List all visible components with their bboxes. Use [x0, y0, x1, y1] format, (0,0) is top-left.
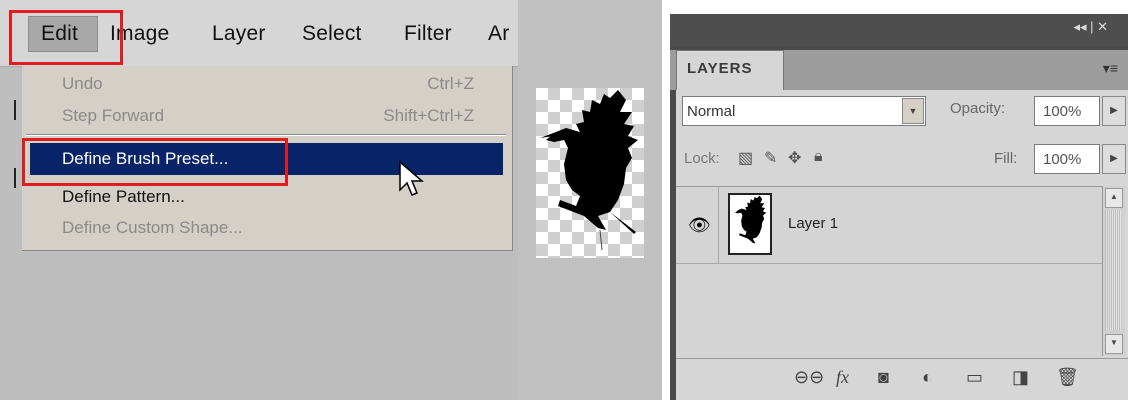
shortcut-step-forward: Shift+Ctrl+Z: [383, 106, 474, 125]
menu-separator: [26, 134, 506, 136]
lock-label: Lock:: [684, 150, 720, 167]
layers-scrollbar[interactable]: ▲ ▼: [1102, 186, 1125, 356]
menu-layer[interactable]: Layer: [212, 22, 266, 46]
panel-title-bar: ◂◂ | ✕: [670, 14, 1128, 46]
menu-item-define-pattern[interactable]: Define Pattern...: [62, 187, 185, 207]
adjustment-icon[interactable]: ◐: [922, 367, 933, 388]
menu-item-step-forward[interactable]: Step Forward: [62, 106, 164, 126]
opacity-value: 100%: [1043, 103, 1082, 120]
menu-select[interactable]: Select: [302, 22, 362, 46]
lock-position-icon[interactable]: ✥: [788, 148, 801, 168]
layers-panel: ◂◂ | ✕ LAYERS ▾≡ Normal ▼ Opacity: 100% …: [670, 14, 1128, 400]
menu-item-undo[interactable]: Undo: [62, 74, 103, 94]
opacity-field[interactable]: 100%: [1034, 96, 1100, 126]
scroll-down-icon[interactable]: ▼: [1105, 334, 1123, 354]
layer-list: 👁︎ Layer 1: [676, 186, 1102, 357]
link-icon[interactable]: ⊖⊖: [794, 367, 824, 388]
shortcut-undo: Ctrl+Z: [427, 74, 474, 93]
trash-icon[interactable]: 🗑︎: [1056, 367, 1079, 388]
visibility-toggle[interactable]: 👁︎: [676, 187, 719, 263]
document-area: [518, 0, 662, 400]
collapse-panel-icon[interactable]: ◂◂ | ✕: [1073, 19, 1108, 35]
menu-item-define-custom-shape[interactable]: Define Custom Shape...: [62, 218, 242, 238]
crow-silhouette-icon: [540, 90, 638, 251]
mask-icon[interactable]: ◙: [878, 367, 889, 388]
mouse-pointer-icon: [399, 160, 425, 196]
scroll-track[interactable]: [1105, 210, 1121, 330]
define-brush-callout-box: [22, 138, 288, 186]
lock-all-icon[interactable]: 🔒︎: [814, 148, 823, 166]
scroll-up-icon[interactable]: ▲: [1105, 188, 1123, 208]
blend-mode-value: Normal: [687, 103, 736, 120]
lock-transparent-pixels-icon[interactable]: ▧: [738, 148, 753, 168]
panel-tab-row: LAYERS ▾≡: [670, 50, 1128, 90]
panel-menu-icon[interactable]: ▾≡: [1103, 60, 1118, 77]
layer-thumbnail: [728, 193, 772, 255]
fill-slider-arrow-icon[interactable]: ▶: [1102, 144, 1126, 174]
edit-callout-box: [9, 10, 123, 65]
photoshop-window: Edit Image Layer Select Filter Ar Undo C…: [0, 0, 518, 400]
fill-field[interactable]: 100%: [1034, 144, 1100, 174]
transparent-canvas[interactable]: [536, 88, 644, 258]
lock-image-pixels-icon[interactable]: ✎: [764, 148, 777, 168]
new-layer-icon[interactable]: ◨: [1012, 367, 1029, 388]
menu-analysis-truncated[interactable]: Ar: [488, 22, 509, 46]
menu-filter[interactable]: Filter: [404, 22, 452, 46]
tab-layers-label: LAYERS: [687, 60, 753, 77]
crow-thumbnail-icon: [734, 195, 767, 244]
ruler-tick: [14, 168, 16, 188]
fill-value: 100%: [1043, 151, 1082, 168]
folder-icon[interactable]: ▭: [966, 367, 983, 388]
panel-body: Normal ▼ Opacity: 100% ▶ Lock: ▧ ✎ ✥ 🔒︎ …: [676, 90, 1128, 400]
layers-bottom-toolbar: ⊖⊖ fx ◙ ◐ ▭ ◨ 🗑︎: [676, 358, 1128, 399]
opacity-label: Opacity:: [950, 100, 1006, 117]
chevron-down-icon[interactable]: ▼: [902, 98, 924, 124]
layer-row[interactable]: 👁︎ Layer 1: [676, 187, 1102, 264]
layer-name: Layer 1: [788, 215, 839, 232]
eye-icon: 👁︎: [688, 215, 711, 235]
fill-label: Fill:: [994, 150, 1018, 167]
fx-icon[interactable]: fx: [836, 367, 849, 388]
opacity-slider-arrow-icon[interactable]: ▶: [1102, 96, 1126, 126]
tab-layers[interactable]: LAYERS: [676, 50, 784, 90]
ruler-tick: [14, 100, 16, 120]
blend-mode-select[interactable]: Normal ▼: [682, 96, 926, 126]
